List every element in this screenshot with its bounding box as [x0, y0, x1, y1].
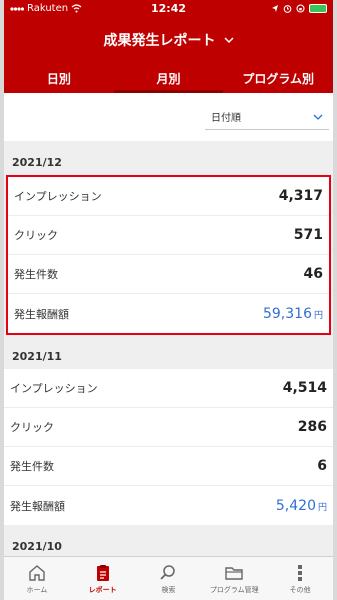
clicks-row: クリック 571	[8, 216, 329, 255]
orientation-lock-icon	[296, 4, 305, 13]
more-icon	[298, 564, 303, 581]
carrier-name: Rakuten	[27, 3, 69, 14]
conversions-label: 発生件数	[10, 460, 54, 473]
folder-icon	[225, 566, 243, 580]
impressions-label: インプレッション	[14, 190, 102, 203]
search-icon	[160, 564, 176, 580]
report-icon	[96, 564, 109, 581]
bottom-tab-bar: ホーム レポート 検索 プログラム管理 その他	[4, 556, 333, 600]
tab-label: 月別	[156, 71, 181, 86]
alarm-icon	[283, 5, 292, 13]
reward-amount: 5,420	[275, 497, 316, 514]
app-frame: Rakuten 12:42 成果発生レポート 日別 月別 プログラム別 日付順 …	[4, 0, 333, 600]
carrier: Rakuten	[10, 3, 82, 14]
conversions-row: 発生件数 46	[8, 255, 329, 294]
status-bar: Rakuten 12:42	[4, 0, 333, 17]
reward-label: 発生報酬額	[10, 499, 65, 513]
clicks-label: クリック	[10, 421, 54, 434]
reward-value: 5,420 円	[276, 498, 327, 514]
impressions-value: 4,317	[278, 188, 323, 204]
conversions-row: 発生件数 6	[4, 447, 333, 486]
month-heading: 2021/11	[12, 350, 62, 363]
tabbar-label: ホーム	[26, 585, 48, 594]
tabbar-label: プログラム管理	[209, 585, 259, 594]
clicks-label: クリック	[14, 229, 58, 242]
tabbar-program[interactable]: プログラム管理	[201, 557, 267, 600]
clicks-value: 571	[293, 227, 323, 243]
chevron-down-icon	[223, 36, 234, 43]
tab-program[interactable]: プログラム別	[223, 63, 333, 93]
sort-select[interactable]: 日付順	[205, 104, 329, 130]
reward-unit: 円	[313, 310, 323, 321]
page-header[interactable]: 成果発生レポート	[4, 17, 333, 63]
impressions-value: 4,514	[282, 380, 327, 396]
reward-unit: 円	[317, 502, 327, 513]
wifi-icon	[71, 4, 82, 13]
sort-selected: 日付順	[211, 113, 241, 124]
sort-bar: 日付順	[4, 93, 333, 141]
report-tabs: 日別 月別 プログラム別	[4, 63, 333, 93]
conversions-label: 発生件数	[14, 268, 58, 281]
chevron-down-icon	[313, 114, 323, 120]
clicks-row: クリック 286	[4, 408, 333, 447]
tabbar-search[interactable]: 検索	[136, 557, 202, 600]
tabbar-label: 検索	[161, 585, 176, 594]
conversions-value: 6	[317, 458, 327, 474]
tabbar-label: レポート	[88, 585, 117, 594]
conversions-value: 46	[303, 266, 323, 282]
signal-icon	[10, 6, 24, 11]
impressions-row: インプレッション 4,317	[8, 177, 329, 216]
reward-row: 発生報酬額 59,316 円	[8, 294, 329, 333]
reward-value: 59,316 円	[263, 306, 323, 322]
location-icon	[272, 5, 278, 12]
month-heading: 2021/10	[12, 540, 62, 553]
reward-amount: 59,316	[262, 305, 312, 322]
tab-daily[interactable]: 日別	[4, 63, 114, 93]
tab-monthly[interactable]: 月別	[113, 63, 224, 93]
tab-label: 日別	[46, 71, 71, 86]
impressions-label: インプレッション	[10, 382, 98, 395]
month-card: インプレッション 4,317 クリック 571 発生件数 46 発生報酬額 59…	[6, 175, 331, 335]
tab-label: プログラム別	[242, 71, 314, 86]
reward-label: 発生報酬額	[14, 307, 69, 321]
tabbar-label: その他	[289, 585, 311, 594]
battery-icon	[309, 4, 327, 13]
status-right	[271, 4, 327, 13]
tabbar-more[interactable]: その他	[267, 557, 333, 600]
home-icon	[29, 564, 45, 581]
tabbar-report[interactable]: レポート	[70, 557, 136, 600]
reward-row: 発生報酬額 5,420 円	[4, 486, 333, 525]
tabbar-home[interactable]: ホーム	[4, 557, 70, 600]
month-card: インプレッション 4,514 クリック 286 発生件数 6 発生報酬額 5,4…	[4, 369, 333, 525]
clicks-value: 286	[297, 419, 327, 435]
page-title: 成果発生レポート	[103, 33, 216, 49]
impressions-row: インプレッション 4,514	[4, 369, 333, 408]
month-heading: 2021/12	[12, 156, 62, 169]
